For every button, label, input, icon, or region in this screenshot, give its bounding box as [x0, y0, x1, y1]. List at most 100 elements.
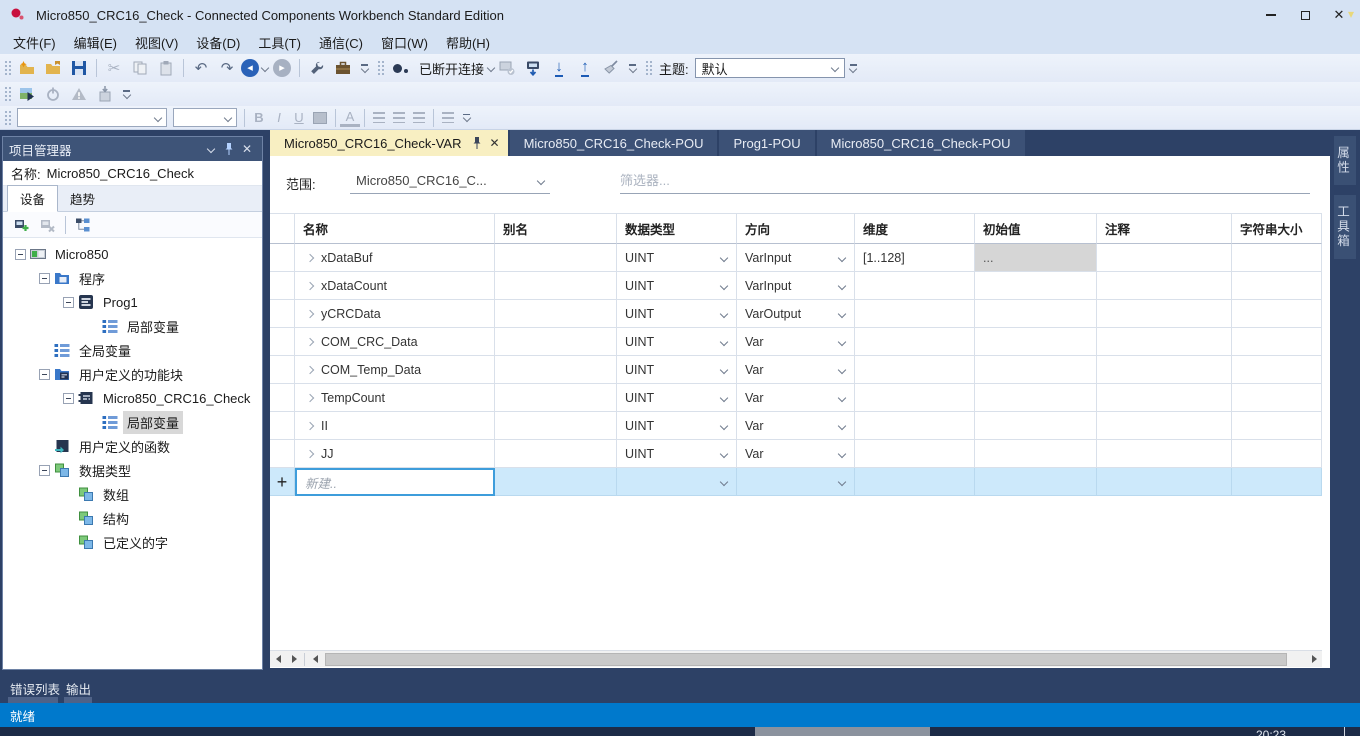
var-dimension-cell[interactable]	[855, 412, 975, 440]
menu-communications[interactable]: 通信(C)	[310, 31, 372, 54]
expand-tree-button[interactable]	[71, 213, 95, 237]
chevron-down-icon[interactable]	[720, 282, 728, 290]
chevron-down-icon[interactable]	[720, 394, 728, 402]
chevron-down-icon[interactable]	[720, 422, 728, 430]
download-button[interactable]: ↓	[547, 56, 571, 80]
tab-properties[interactable]: 属性	[1334, 136, 1356, 185]
panel-menu-button[interactable]	[202, 146, 220, 152]
col-datatype[interactable]: 数据类型	[617, 214, 737, 244]
toolbar-overflow-button[interactable]	[463, 114, 470, 122]
var-alias-cell[interactable]	[495, 328, 617, 356]
align-center-button[interactable]	[393, 112, 405, 123]
chevron-down-icon[interactable]	[720, 310, 728, 318]
var-name-cell[interactable]: xDataBuf	[295, 244, 495, 272]
toolbar-grip[interactable]	[3, 85, 11, 103]
var-initial-cell[interactable]	[975, 300, 1097, 328]
collapse-icon[interactable]	[63, 393, 74, 404]
var-direction-cell[interactable]: VarInput	[737, 244, 855, 272]
row-expander-icon[interactable]	[306, 365, 314, 373]
device-download-button[interactable]	[521, 56, 545, 80]
toolbar-grip[interactable]	[376, 59, 384, 77]
var-name-cell[interactable]: COM_Temp_Data	[295, 356, 495, 384]
show-desktop-divider[interactable]	[1344, 727, 1345, 736]
var-datatype-cell[interactable]: UINT	[617, 412, 737, 440]
scope-select[interactable]: Micro850_CRC16_C...	[350, 168, 550, 194]
row-header[interactable]	[270, 244, 295, 272]
var-comment-cell[interactable]	[1097, 412, 1232, 440]
toolbar-overflow-button[interactable]	[629, 64, 636, 72]
toolbar-grip[interactable]	[644, 59, 652, 77]
menu-edit[interactable]: 编辑(E)	[65, 31, 126, 54]
diagnostics-button[interactable]	[67, 82, 91, 106]
col-stringsize[interactable]: 字符串大小	[1232, 214, 1322, 244]
toolbar-grip[interactable]	[3, 109, 11, 127]
var-name-cell[interactable]: JJ	[295, 440, 495, 468]
tree-item-defined-words[interactable]: 已定义的字	[3, 530, 262, 554]
col-comment[interactable]: 注释	[1097, 214, 1232, 244]
tree-item-programs[interactable]: 程序	[3, 266, 262, 290]
var-datatype-cell[interactable]: UINT	[617, 384, 737, 412]
connection-status-label[interactable]: 已断开连接	[419, 59, 484, 78]
var-alias-cell[interactable]	[495, 272, 617, 300]
tab-trends[interactable]: 趋势	[58, 186, 107, 211]
var-alias-cell[interactable]	[495, 300, 617, 328]
device-config-button[interactable]	[495, 56, 519, 80]
scroll-left-button[interactable]	[307, 651, 323, 668]
tab-crc16-var[interactable]: Micro850_CRC16_Check-VAR ✕	[270, 130, 508, 156]
var-initial-cell[interactable]	[975, 384, 1097, 412]
tab-crc16-pou-2[interactable]: Micro850_CRC16_Check-POU	[817, 130, 1025, 156]
tab-prog1-pou[interactable]: Prog1-POU	[719, 130, 814, 156]
var-datatype-cell[interactable]: UINT	[617, 300, 737, 328]
var-alias-cell[interactable]	[495, 384, 617, 412]
collapse-icon[interactable]	[39, 273, 50, 284]
copy-button[interactable]	[128, 56, 152, 80]
tree-item-data-types[interactable]: 数据类型	[3, 458, 262, 482]
chevron-down-icon[interactable]	[838, 310, 846, 318]
var-alias-cell[interactable]	[495, 468, 617, 496]
var-dimension-cell[interactable]	[855, 384, 975, 412]
var-datatype-cell[interactable]: UINT	[617, 440, 737, 468]
var-stringsize-cell[interactable]	[1232, 328, 1322, 356]
var-initial-cell[interactable]	[975, 468, 1097, 496]
col-name[interactable]: 名称	[295, 214, 495, 244]
var-direction-cell[interactable]: Var	[737, 356, 855, 384]
var-initial-cell[interactable]: ...	[975, 244, 1097, 272]
var-direction-cell[interactable]	[737, 468, 855, 496]
chevron-down-icon[interactable]	[838, 478, 846, 486]
bullet-list-button[interactable]	[442, 112, 454, 123]
var-dimension-cell[interactable]	[855, 440, 975, 468]
var-direction-cell[interactable]: Var	[737, 384, 855, 412]
menu-view[interactable]: 视图(V)	[126, 31, 187, 54]
scroll-next-button[interactable]	[286, 651, 302, 668]
bold-button[interactable]: B	[249, 110, 269, 125]
var-comment-cell[interactable]	[1097, 300, 1232, 328]
tab-list-dropdown-icon[interactable]: ▾	[1348, 7, 1354, 21]
var-comment-cell[interactable]	[1097, 356, 1232, 384]
var-dimension-cell[interactable]	[855, 328, 975, 356]
row-header[interactable]	[270, 412, 295, 440]
tab-toolbox[interactable]: 工具箱	[1334, 195, 1356, 259]
build-button[interactable]	[305, 56, 329, 80]
chevron-down-icon[interactable]	[838, 338, 846, 346]
chevron-down-icon[interactable]	[720, 254, 728, 262]
var-datatype-cell[interactable]: UINT	[617, 272, 737, 300]
navigate-back-button[interactable]: ◂	[241, 56, 268, 80]
col-initial[interactable]: 初始值	[975, 214, 1097, 244]
chevron-down-icon[interactable]	[720, 338, 728, 346]
var-comment-cell[interactable]	[1097, 440, 1232, 468]
menu-window[interactable]: 窗口(W)	[372, 31, 437, 54]
var-direction-cell[interactable]: VarOutput	[737, 300, 855, 328]
row-expander-icon[interactable]	[306, 337, 314, 345]
var-initial-cell[interactable]	[975, 272, 1097, 300]
var-stringsize-cell[interactable]	[1232, 300, 1322, 328]
row-header[interactable]	[270, 300, 295, 328]
restore-button[interactable]	[1288, 2, 1322, 28]
var-direction-cell[interactable]: Var	[737, 440, 855, 468]
row-header[interactable]	[270, 356, 295, 384]
horizontal-scrollbar[interactable]	[270, 650, 1322, 667]
add-row-button[interactable]: +	[270, 468, 295, 496]
tree-item-crc16-check[interactable]: Micro850_CRC16_Check	[3, 386, 262, 410]
tab-devices[interactable]: 设备	[7, 185, 58, 212]
var-initial-cell[interactable]	[975, 328, 1097, 356]
var-stringsize-cell[interactable]	[1232, 440, 1322, 468]
